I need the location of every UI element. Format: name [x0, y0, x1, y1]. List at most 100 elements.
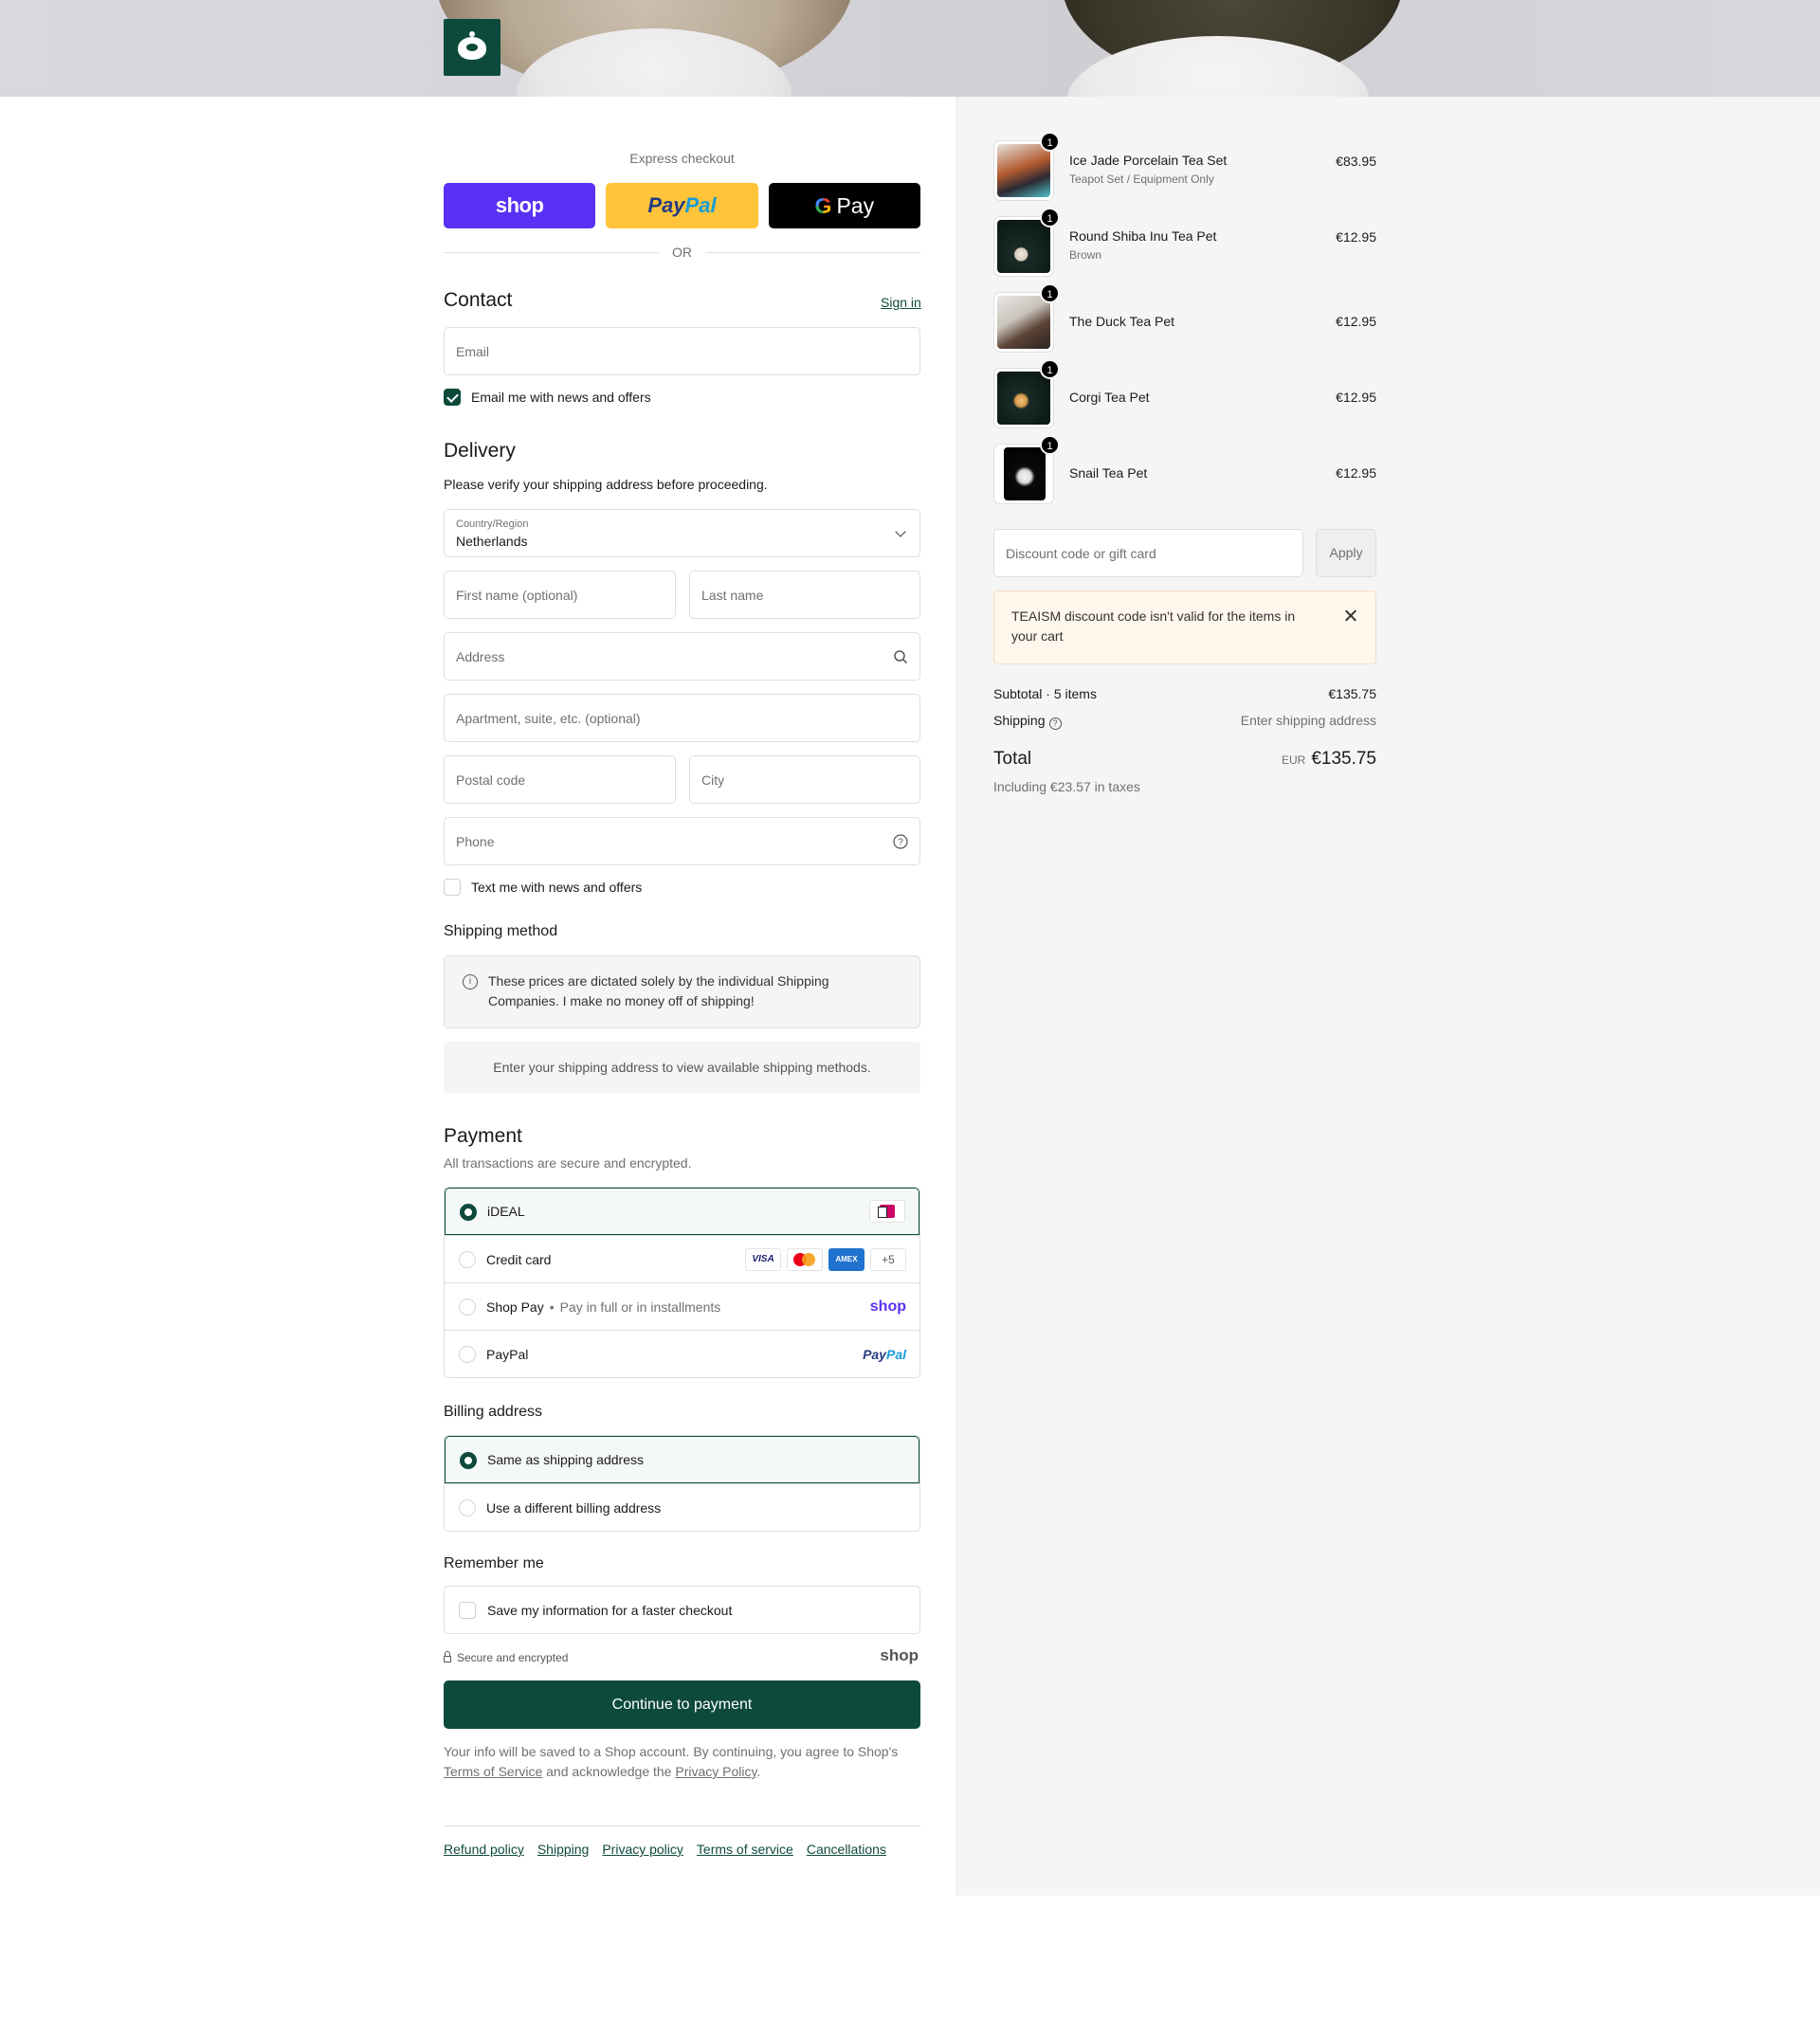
- google-g-icon: G: [814, 192, 832, 218]
- google-pay-label: Pay: [836, 192, 875, 218]
- payment-option-shop-pay[interactable]: Shop Pay • Pay in full or in installment…: [445, 1282, 919, 1330]
- close-icon[interactable]: [1343, 608, 1358, 624]
- footer-links: Refund policy Shipping Privacy policy Te…: [444, 1842, 886, 1857]
- payment-option-label: Shop Pay: [486, 1298, 544, 1315]
- visa-icon: VISA: [745, 1247, 781, 1271]
- discount-code-input[interactable]: [994, 530, 1302, 576]
- paypal-logo-pal: Pal: [684, 193, 717, 217]
- terms-of-service-footer-link[interactable]: Terms of service: [697, 1842, 793, 1857]
- address-field[interactable]: [444, 632, 920, 681]
- taxes-note: Including €23.57 in taxes: [993, 779, 1140, 794]
- payment-option-sublabel: Pay in full or in installments: [559, 1298, 721, 1315]
- remember-me-box[interactable]: Save my information for a faster checkou…: [444, 1586, 920, 1634]
- apartment-field[interactable]: [444, 694, 920, 742]
- first-name-field[interactable]: [444, 571, 676, 619]
- privacy-policy-footer-link[interactable]: Privacy policy: [602, 1842, 683, 1857]
- divider-line: [444, 251, 659, 253]
- email-news-label: Email me with news and offers: [471, 390, 651, 405]
- city-input[interactable]: [690, 756, 919, 803]
- continue-to-payment-button[interactable]: Continue to payment: [444, 1680, 920, 1729]
- payment-option-ideal[interactable]: iDEAL: [445, 1188, 919, 1235]
- phone-input[interactable]: [445, 818, 919, 864]
- footer-divider: [444, 1825, 920, 1826]
- radio-button[interactable]: [460, 1452, 477, 1469]
- payment-option-credit-card[interactable]: Credit card VISA AMEX +5: [445, 1235, 919, 1282]
- discount-code-field[interactable]: [993, 529, 1303, 577]
- shop-pay-logo: shop: [495, 193, 544, 217]
- email-news-checkbox-row[interactable]: Email me with news and offers: [444, 389, 651, 406]
- cancellations-link[interactable]: Cancellations: [807, 1842, 886, 1857]
- save-info-checkbox[interactable]: [459, 1601, 476, 1619]
- shipping-label: Shipping: [993, 713, 1046, 728]
- ideal-icon: [869, 1200, 905, 1223]
- product-price: €12.95: [1336, 229, 1376, 245]
- billing-option-label: Same as shipping address: [487, 1452, 644, 1467]
- privacy-policy-link[interactable]: Privacy Policy: [675, 1764, 756, 1779]
- refund-policy-link[interactable]: Refund policy: [444, 1842, 524, 1857]
- subtotal-row: Subtotal · 5 items €135.75: [993, 686, 1376, 701]
- shipping-method-heading: Shipping method: [444, 923, 558, 939]
- email-field[interactable]: [444, 327, 920, 375]
- address-input[interactable]: [445, 633, 919, 680]
- billing-option-label: Use a different billing address: [486, 1499, 662, 1516]
- verify-address-note: Please verify your shipping address befo…: [444, 477, 768, 492]
- paypal-button[interactable]: Pay Pal: [606, 183, 758, 228]
- product-price: €12.95: [1336, 314, 1376, 329]
- total-currency: EUR: [1281, 754, 1306, 767]
- product-price: €12.95: [1336, 390, 1376, 405]
- payment-option-paypal[interactable]: PayPal PayPal: [445, 1330, 919, 1377]
- shipping-policy-link[interactable]: Shipping: [537, 1842, 590, 1857]
- radio-button[interactable]: [459, 1499, 476, 1516]
- billing-option-same[interactable]: Same as shipping address: [445, 1436, 919, 1483]
- phone-field[interactable]: ?: [444, 817, 920, 865]
- help-icon[interactable]: ?: [1048, 717, 1062, 730]
- sign-in-link[interactable]: Sign in: [881, 295, 921, 310]
- billing-option-different[interactable]: Use a different billing address: [445, 1483, 919, 1531]
- google-pay-button[interactable]: G Pay: [768, 183, 920, 228]
- payment-subtitle: All transactions are secure and encrypte…: [444, 1155, 692, 1171]
- radio-button[interactable]: [459, 1298, 476, 1316]
- country-select[interactable]: Country/Region Netherlands: [444, 509, 920, 557]
- amex-icon: AMEX: [828, 1247, 864, 1271]
- terms-of-service-link[interactable]: Terms of Service: [444, 1764, 542, 1779]
- secure-note: Secure and encrypted shop: [444, 1646, 920, 1667]
- shop-pay-button[interactable]: shop: [444, 183, 596, 228]
- product-name: Corgi Tea Pet: [1069, 390, 1150, 405]
- info-icon: i: [463, 974, 478, 990]
- postal-code-field[interactable]: [444, 755, 676, 804]
- radio-button[interactable]: [459, 1251, 476, 1268]
- product-variant: Brown: [1069, 248, 1102, 262]
- quantity-badge: 1: [1040, 283, 1060, 303]
- email-input[interactable]: [445, 328, 919, 374]
- quantity-badge: 1: [1040, 359, 1060, 379]
- shipping-notice: i These prices are dictated solely by th…: [444, 955, 920, 1028]
- postal-code-input[interactable]: [445, 756, 675, 803]
- payment-option-label: PayPal: [486, 1346, 529, 1362]
- email-news-checkbox[interactable]: [444, 389, 461, 406]
- product-name: Round Shiba Inu Tea Pet: [1069, 228, 1217, 244]
- city-field[interactable]: [689, 755, 920, 804]
- store-logo[interactable]: [444, 19, 500, 76]
- teapot-icon: [458, 31, 486, 60]
- discount-error-alert: TEAISM discount code isn't valid for the…: [993, 590, 1376, 664]
- sms-news-label: Text me with news and offers: [471, 880, 643, 895]
- last-name-input[interactable]: [690, 572, 919, 618]
- radio-button[interactable]: [460, 1204, 477, 1221]
- last-name-field[interactable]: [689, 571, 920, 619]
- quantity-badge: 1: [1040, 208, 1060, 227]
- country-label: Country/Region: [456, 518, 529, 530]
- radio-button[interactable]: [459, 1346, 476, 1363]
- help-icon[interactable]: ?: [893, 834, 908, 849]
- paypal-logo-pay: Pay: [647, 193, 685, 217]
- chevron-down-icon: [895, 526, 906, 537]
- or-divider: OR: [444, 245, 920, 260]
- apply-discount-button[interactable]: Apply: [1316, 529, 1376, 577]
- more-cards-badge: +5: [870, 1247, 906, 1271]
- product-name: The Duck Tea Pet: [1069, 314, 1175, 329]
- sms-news-checkbox-row[interactable]: Text me with news and offers: [444, 879, 642, 896]
- sms-news-checkbox[interactable]: [444, 879, 461, 896]
- total-value-row: EUR €135.75: [993, 749, 1376, 770]
- apartment-input[interactable]: [445, 695, 919, 741]
- first-name-input[interactable]: [445, 572, 675, 618]
- cart-item: 1 Snail Tea Pet €12.95: [993, 435, 1376, 504]
